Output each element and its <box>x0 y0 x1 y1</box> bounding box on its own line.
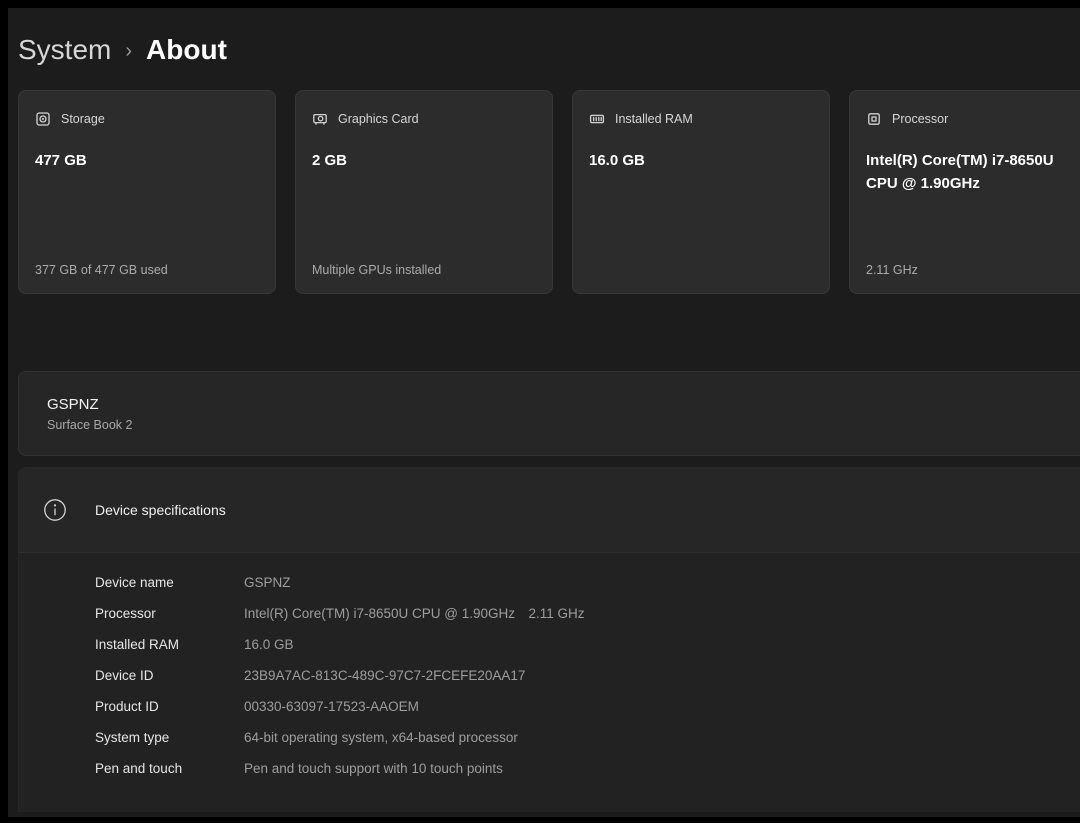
spec-row: System type 64-bit operating system, x64… <box>19 722 1080 753</box>
card-value: Intel(R) Core(TM) i7-8650U CPU @ 1.90GHz <box>866 149 1080 196</box>
spec-row: Device name GSPNZ <box>19 567 1080 598</box>
breadcrumb-about: About <box>146 34 227 66</box>
chevron-right-icon: › <box>125 38 132 63</box>
graphics-card-card[interactable]: Graphics Card 2 GB Multiple GPUs install… <box>295 90 553 294</box>
device-specifications-expander[interactable]: Device specifications <box>19 468 1080 552</box>
spec-label: Pen and touch <box>95 761 244 776</box>
breadcrumb: System › About <box>18 34 1080 66</box>
spec-label: Processor <box>95 606 244 621</box>
spec-row: Product ID 00330-63097-17523-AAOEM <box>19 691 1080 722</box>
device-name: GSPNZ <box>47 396 1080 413</box>
device-name-banner: GSPNZ Surface Book 2 <box>18 371 1080 456</box>
spec-label: Installed RAM <box>95 637 244 652</box>
device-model: Surface Book 2 <box>47 418 1080 432</box>
spec-value: Pen and touch support with 10 touch poin… <box>244 761 503 776</box>
spec-value: GSPNZ <box>244 575 291 590</box>
gpu-icon <box>312 111 328 127</box>
device-specifications-card: Device specifications Device name GSPNZ … <box>18 467 1080 812</box>
card-value: 2 GB <box>312 149 536 172</box>
spec-value: 16.0 GB <box>244 637 294 652</box>
spec-value: Intel(R) Core(TM) i7-8650U CPU @ 1.90GHz… <box>244 606 585 621</box>
spec-row: Device ID 23B9A7AC-813C-489C-97C7-2FCEFE… <box>19 660 1080 691</box>
info-icon <box>43 498 67 522</box>
section-title: Device specifications <box>95 502 226 518</box>
card-caption: 377 GB of 477 GB used <box>35 263 265 277</box>
spec-label: Device ID <box>95 668 244 683</box>
spec-value: 23B9A7AC-813C-489C-97C7-2FCEFE20AA17 <box>244 668 525 683</box>
installed-ram-card[interactable]: Installed RAM 16.0 GB <box>572 90 830 294</box>
storage-card[interactable]: Storage 477 GB 377 GB of 477 GB used <box>18 90 276 294</box>
card-caption: Multiple GPUs installed <box>312 263 542 277</box>
card-value: 16.0 GB <box>589 149 813 172</box>
spec-label: Product ID <box>95 699 244 714</box>
processor-card[interactable]: Processor Intel(R) Core(TM) i7-8650U CPU… <box>849 90 1080 294</box>
card-caption: 2.11 GHz <box>866 263 1080 277</box>
spec-row: Installed RAM 16.0 GB <box>19 629 1080 660</box>
spec-row: Processor Intel(R) Core(TM) i7-8650U CPU… <box>19 598 1080 629</box>
device-specifications-body: Device name GSPNZ Processor Intel(R) Cor… <box>19 552 1080 812</box>
card-value: 477 GB <box>35 149 259 172</box>
ram-icon <box>589 111 605 127</box>
card-label: Processor <box>892 112 948 126</box>
spec-row: Pen and touch Pen and touch support with… <box>19 753 1080 784</box>
spec-value: 64-bit operating system, x64-based proce… <box>244 730 518 745</box>
spec-value: 00330-63097-17523-AAOEM <box>244 699 419 714</box>
breadcrumb-system[interactable]: System <box>18 34 111 66</box>
card-label: Storage <box>61 112 105 126</box>
card-label: Installed RAM <box>615 112 693 126</box>
cpu-icon <box>866 111 882 127</box>
spec-label: Device name <box>95 575 244 590</box>
spec-label: System type <box>95 730 244 745</box>
card-label: Graphics Card <box>338 112 419 126</box>
settings-about-page: System › About Storage 477 GB 377 GB of … <box>8 8 1080 817</box>
storage-icon <box>35 111 51 127</box>
summary-cards: Storage 477 GB 377 GB of 477 GB used Gra… <box>18 90 1080 294</box>
